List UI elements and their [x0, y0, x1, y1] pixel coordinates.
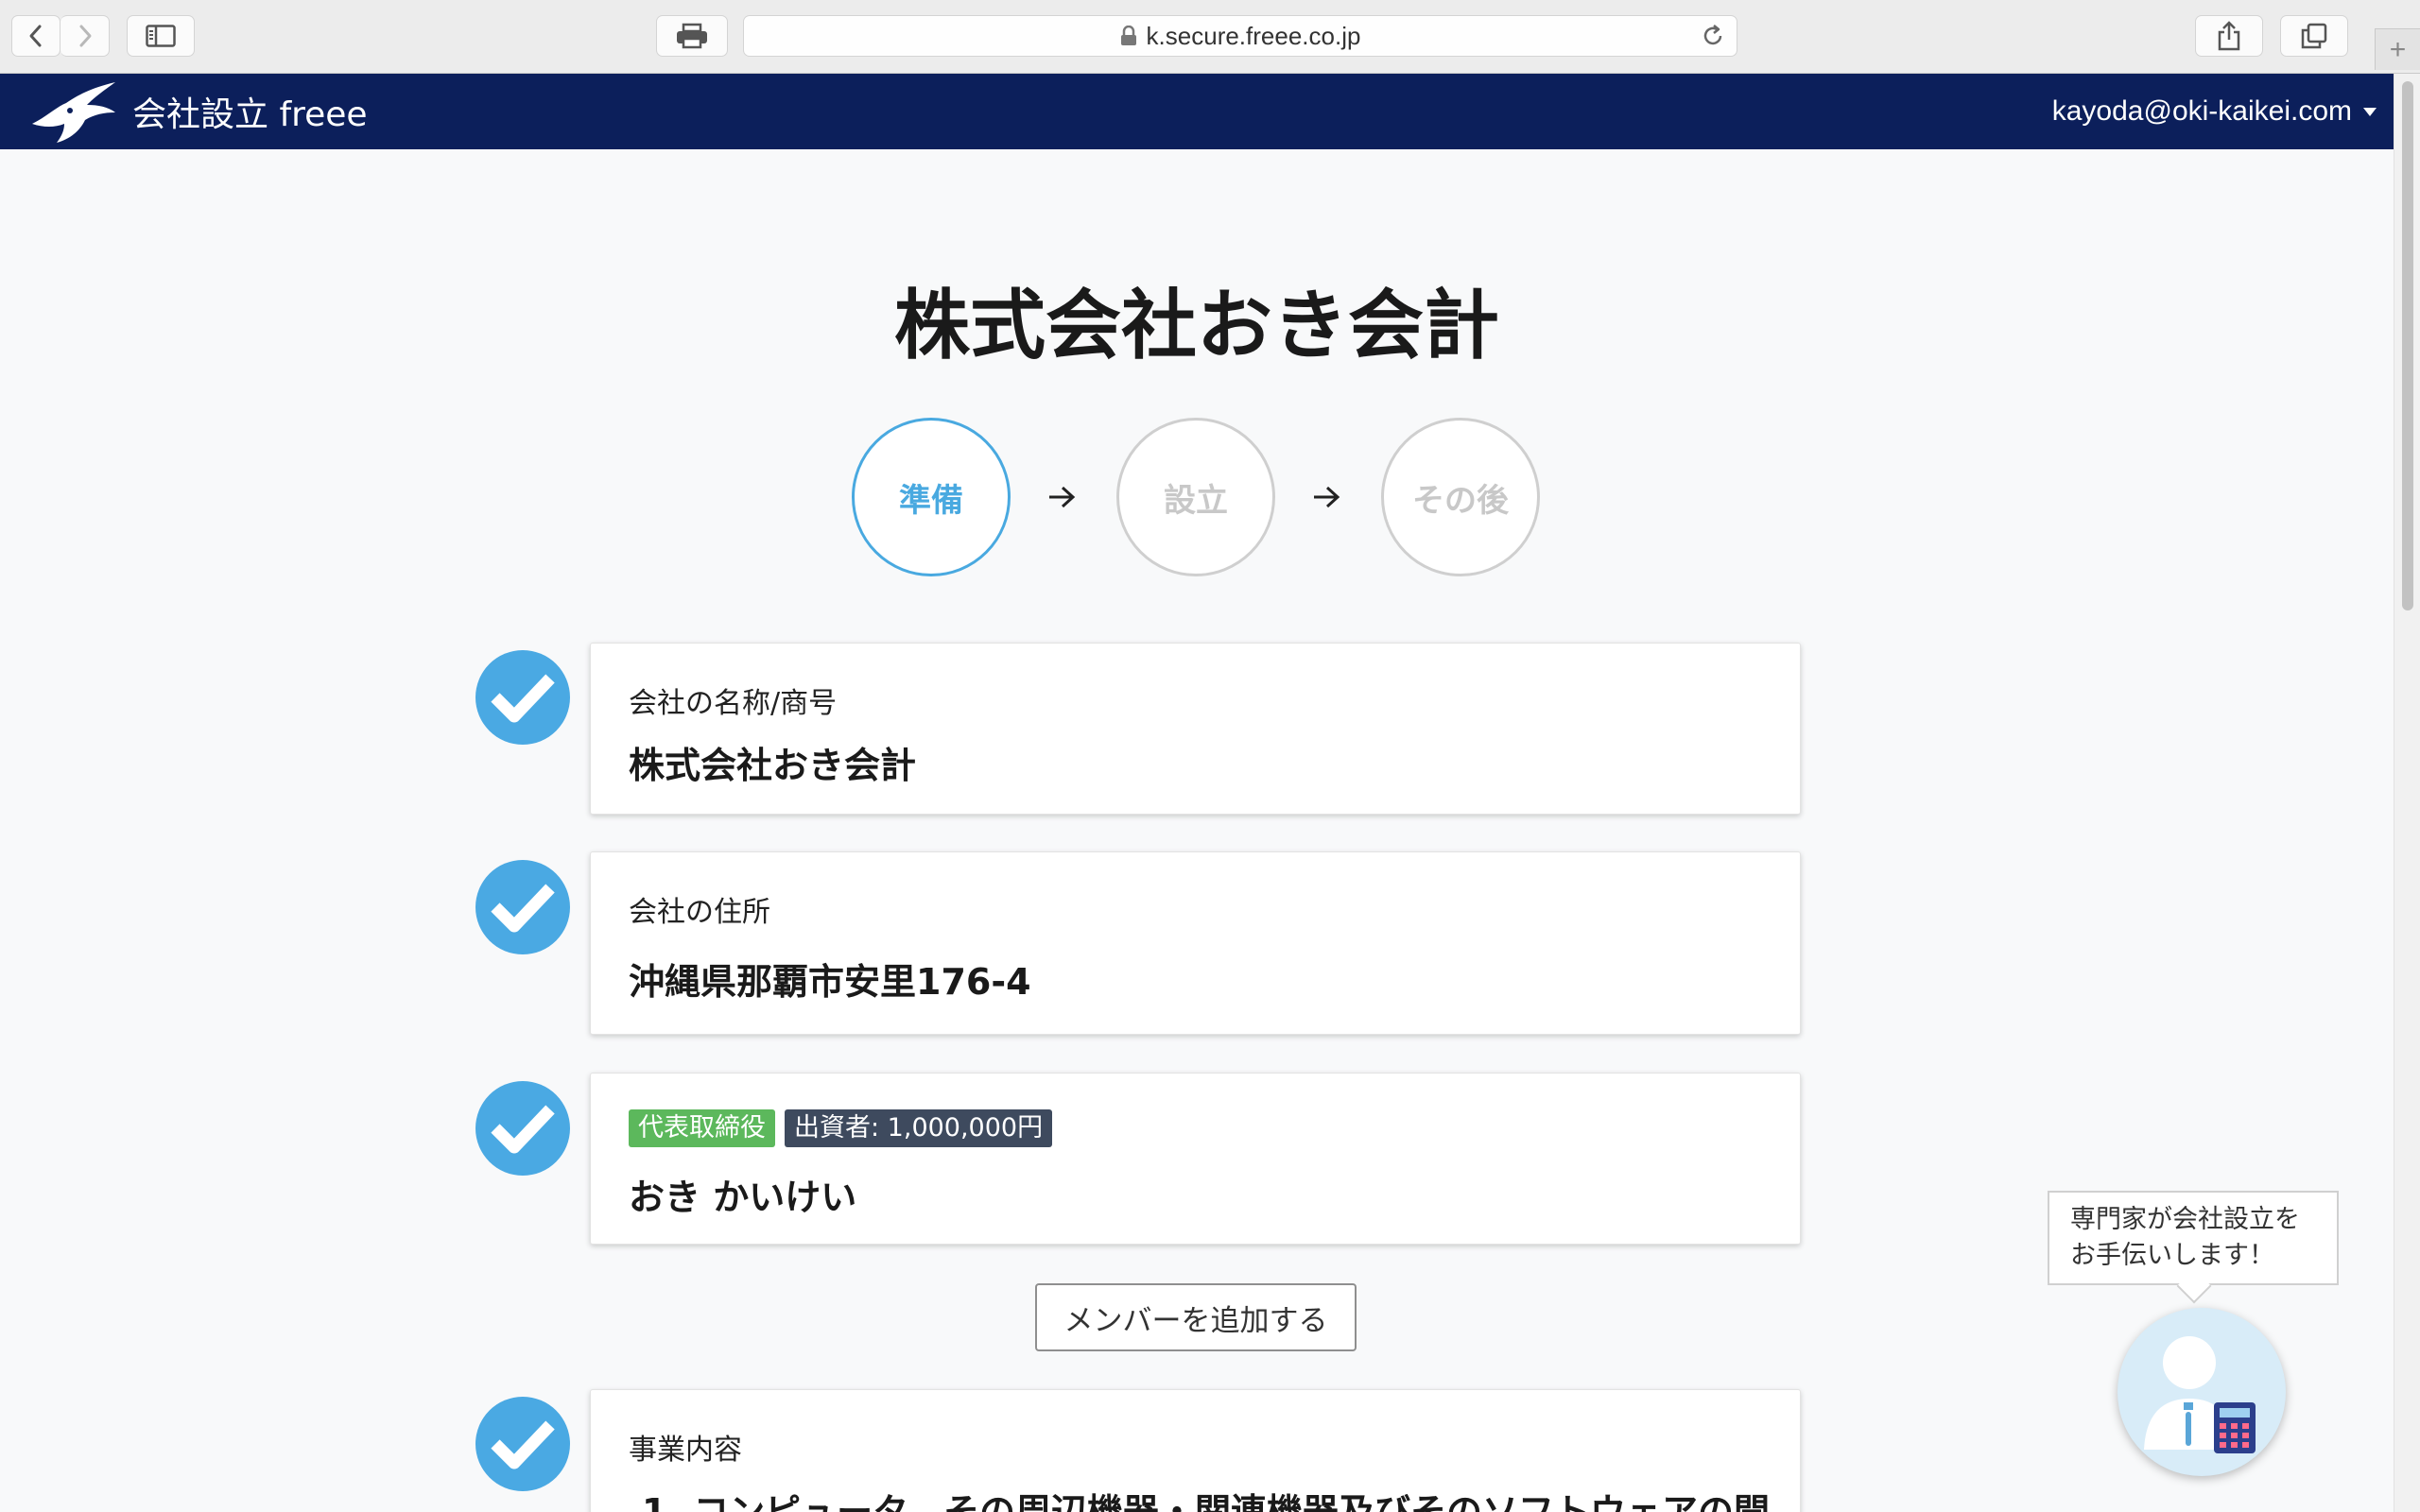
app-header: 会社設立 freee kayoda@oki-kaikei.com [0, 74, 2394, 149]
forward-button[interactable] [60, 15, 110, 57]
investment-badge: 出資者: 1,000,000円 [785, 1109, 1053, 1147]
main-content: 株式会社おき会計 準備 設立 その後 会社の名称/商号 株式会社おき会計 会社の… [0, 149, 2394, 1512]
caret-down-icon [2363, 107, 2377, 116]
check-circle-icon [475, 650, 570, 745]
new-tab-button[interactable]: + [2375, 28, 2420, 70]
brand-name: 会社設立 freee [132, 95, 368, 134]
tabs-icon [2301, 23, 2327, 49]
lock-icon [1120, 26, 1136, 45]
business-label: 事業内容 [629, 1434, 742, 1467]
role-badge: 代表取締役 [629, 1109, 775, 1147]
company-name-card[interactable]: 会社の名称/商号 株式会社おき会計 [590, 643, 1801, 815]
step-establishment-label: 設立 [1164, 481, 1228, 520]
page-title: 株式会社おき会計 [894, 282, 1499, 369]
swallow-logo-icon [32, 82, 115, 143]
member-badges: 代表取締役 出資者: 1,000,000円 [629, 1109, 1062, 1147]
sidebar-icon [146, 25, 176, 47]
member-name: おき かいけい [629, 1177, 857, 1218]
company-name-label: 会社の名称/商号 [629, 687, 838, 720]
help-text-line1: 専門家が会社設立を [2070, 1205, 2300, 1234]
business-card[interactable]: 事業内容 1. コンピュータ、その周辺機器・関連機器及びそのソフトウェアの開 [590, 1389, 1801, 1512]
tabs-button[interactable] [2280, 15, 2348, 57]
help-text-line2: お手伝いします！ [2070, 1241, 2274, 1270]
share-button[interactable] [2195, 15, 2263, 57]
company-address-value: 沖縄県那覇市安里176-4 [629, 961, 1031, 1003]
brand-logo-link[interactable]: 会社設立 freee [28, 74, 368, 149]
page-scrollbar[interactable] [2394, 74, 2420, 1512]
back-icon [29, 25, 42, 47]
member-card[interactable]: 代表取締役 出資者: 1,000,000円 おき かいけい [590, 1073, 1801, 1245]
add-member-button[interactable]: メンバーを追加する [1035, 1283, 1357, 1351]
business-value: 1. コンピュータ、その周辺機器・関連機器及びそのソフトウェアの開 [642, 1491, 1770, 1512]
browser-toolbar: k.secure.freee.co.jp + [0, 0, 2420, 74]
check-circle-icon [475, 1397, 570, 1491]
scrollbar-thumb[interactable] [2402, 81, 2413, 610]
sidebar-button[interactable] [127, 15, 195, 57]
address-bar[interactable]: k.secure.freee.co.jp [743, 15, 1737, 57]
step-after-label: その後 [1412, 481, 1509, 520]
company-address-card[interactable]: 会社の住所 沖縄県那覇市安里176-4 [590, 851, 1801, 1035]
share-icon [2218, 21, 2240, 51]
step-establishment[interactable]: 設立 [1116, 418, 1275, 576]
company-name-value: 株式会社おき会計 [629, 745, 917, 786]
user-account-menu[interactable]: kayoda@oki-kaikei.com [2052, 74, 2377, 149]
reload-icon[interactable] [1701, 24, 1725, 48]
step-preparation-label: 準備 [899, 481, 963, 520]
forward-icon [79, 25, 91, 47]
arrow-right-icon [1049, 486, 1076, 508]
check-circle-icon [475, 1081, 570, 1176]
user-email: kayoda@oki-kaikei.com [2051, 95, 2352, 127]
help-speech-bubble[interactable]: 専門家が会社設立を お手伝いします！ [2048, 1191, 2339, 1285]
print-button[interactable] [656, 15, 728, 57]
step-preparation[interactable]: 準備 [852, 418, 1011, 576]
url-text: k.secure.freee.co.jp [1146, 21, 1361, 50]
new-tab-icon: + [2389, 33, 2407, 65]
expert-help-button[interactable] [2118, 1308, 2286, 1476]
arrow-right-icon [1314, 486, 1340, 508]
step-after[interactable]: その後 [1381, 418, 1540, 576]
check-circle-icon [475, 860, 570, 954]
back-button[interactable] [11, 15, 60, 57]
company-address-label: 会社の住所 [629, 896, 770, 929]
expert-accountant-icon [2144, 1336, 2256, 1453]
print-icon [677, 23, 707, 49]
